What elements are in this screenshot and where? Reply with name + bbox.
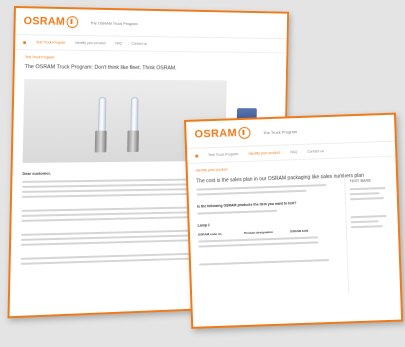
osram-logo[interactable]: OSRAM [23, 15, 79, 29]
nav-item-faq[interactable]: FAQ [115, 41, 122, 45]
front-browser-window: OSRAM The Truck Program Test Truck Progr… [184, 112, 404, 329]
page-title: The OSRAM Truck Program: Don't think lik… [24, 64, 177, 72]
text-line [349, 197, 384, 201]
xenon-bulb-image [94, 97, 108, 153]
osram-bulb-icon [66, 16, 79, 29]
home-icon[interactable] [23, 40, 27, 44]
promo-composite: OSRAM The OSRAM Truck Program Test Truck… [0, 0, 405, 347]
home-icon[interactable] [195, 154, 199, 158]
text-line [196, 184, 327, 191]
table-header: OSRAM code no. [197, 231, 223, 237]
table-header: OSRAM EAN [289, 228, 309, 234]
table-header: Product designation [243, 229, 274, 235]
list-heading: Lamp 1 [197, 223, 211, 228]
nav-item-identify-product[interactable]: Identify your product [75, 41, 106, 45]
nav-item-faq[interactable]: FAQ [290, 150, 297, 154]
logo-text: OSRAM [23, 15, 66, 28]
program-title: The Truck Program [262, 128, 298, 135]
main-content: Is the following OSRAM products the item… [188, 181, 341, 269]
text-line [199, 259, 330, 266]
text-line [350, 220, 379, 224]
text-line [349, 187, 386, 191]
product-table: OSRAM code no. Product designation OSRAM… [198, 228, 332, 237]
sidebar: TEST BASE [343, 172, 396, 295]
nav-item-test-program[interactable]: Test Truck Program [208, 152, 238, 157]
osram-logo[interactable]: OSRAM [194, 126, 252, 141]
side-heading: TEST BASE [349, 177, 372, 184]
nav-item-test-program[interactable]: Test Truck Program [36, 40, 66, 44]
xenon-bulb-image [127, 97, 139, 153]
text-line [350, 214, 387, 219]
nav-item-contact[interactable]: Contact us [307, 149, 324, 154]
back-header: OSRAM The OSRAM Truck Program [15, 8, 288, 40]
nav-item-identify-product[interactable]: Identify your product [248, 151, 280, 156]
text-line [350, 225, 383, 229]
nav-item-contact[interactable]: Contact us [131, 42, 147, 46]
text-line [197, 209, 278, 215]
logo-text: OSRAM [194, 127, 238, 141]
text-line [349, 192, 380, 196]
osram-bulb-icon [238, 126, 252, 140]
question-heading: Is the following OSRAM products the item… [196, 201, 297, 209]
program-title: The OSRAM Truck Program [90, 19, 138, 26]
